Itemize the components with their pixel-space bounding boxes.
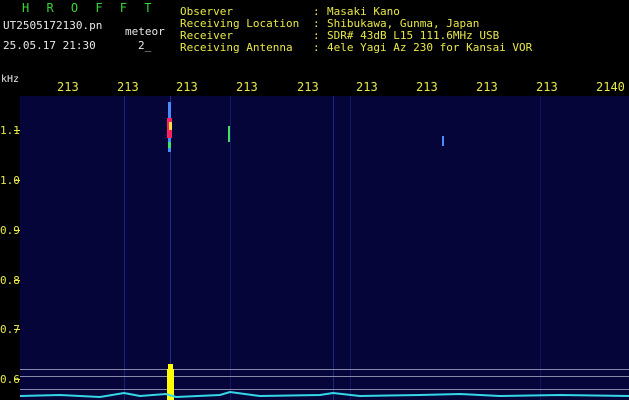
reference-line xyxy=(20,376,629,377)
x-tick-label: 213 xyxy=(297,80,319,94)
x-tick-label: 213 xyxy=(117,80,139,94)
x-tick-label: 213 xyxy=(176,80,198,94)
meteor-echo-tail xyxy=(168,142,171,148)
time-line xyxy=(333,96,334,400)
reference-line xyxy=(20,369,629,370)
app-title: H R O F F T xyxy=(22,1,157,15)
time-line xyxy=(350,96,351,400)
time-line xyxy=(124,96,125,400)
x-tick-label: 2140 xyxy=(596,80,625,94)
field-value-antenna: 4ele Yagi Az 230 for Kansai VOR xyxy=(327,41,533,54)
carrier-signal-peak xyxy=(168,364,173,370)
reference-line xyxy=(20,389,629,390)
field-label-antenna: Receiving Antenna xyxy=(180,41,293,54)
small-echo xyxy=(442,136,444,146)
time-line xyxy=(230,96,231,400)
x-tick-label: 213 xyxy=(236,80,258,94)
x-tick-label: 213 xyxy=(416,80,438,94)
type-tag: meteor xyxy=(125,25,165,38)
filename-label: UT2505172130.pn xyxy=(3,19,103,32)
timestamp-label: 25.05.17 21:30 xyxy=(3,39,96,52)
spectrum-trace xyxy=(20,390,629,399)
page-indicator: 2_ xyxy=(138,39,152,52)
meteor-echo-core xyxy=(169,122,172,130)
spectrogram-plot xyxy=(20,96,629,400)
x-tick-label: 213 xyxy=(476,80,498,94)
x-tick-label: 213 xyxy=(536,80,558,94)
time-line xyxy=(540,96,541,400)
x-tick-label: 213 xyxy=(356,80,378,94)
field-sep-antenna: : xyxy=(313,41,320,54)
hrofft-window: H R O F F T UT2505172130.pn meteor 25.05… xyxy=(0,0,629,400)
x-tick-label: 213 xyxy=(57,80,79,94)
y-axis-unit: kHz xyxy=(1,74,20,85)
spectrogram-svg xyxy=(20,96,629,400)
small-echo xyxy=(228,126,230,142)
